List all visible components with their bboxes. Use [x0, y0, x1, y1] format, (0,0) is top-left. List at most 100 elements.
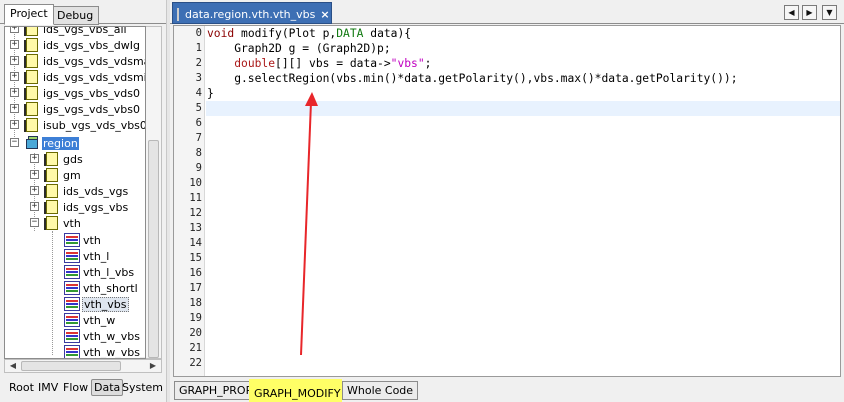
tree-item-chart[interactable]: vth_shortl — [64, 280, 139, 296]
tree-item-label: vth_l_vbs — [83, 265, 135, 279]
tab-imv[interactable]: IMV — [38, 381, 58, 394]
project-panel-tabs: Project Debug — [0, 2, 166, 25]
code-editor-panel: data.region.vth.vth_vbs × ◀ ▶ ▼ 01234567… — [170, 0, 844, 402]
editor-tab[interactable]: data.region.vth.vth_vbs × — [172, 2, 332, 24]
tree-item-label: gds — [63, 152, 83, 166]
tab-graph-prop[interactable]: GRAPH_PROP — [174, 381, 258, 400]
close-icon[interactable]: × — [320, 8, 329, 21]
editor-bottom-tabs: GRAPH_PROP GRAPH_MODIFY Whole Code — [170, 378, 844, 402]
tree-item[interactable]: + ids_vgs_vds_vdsmin — [10, 69, 146, 85]
tree-item[interactable]: + ids_vgs_vbs_dwIg — [10, 37, 141, 53]
tree-item-label: ids_vgs_vbs_all — [43, 26, 127, 36]
tab-flow[interactable]: Flow — [63, 381, 88, 394]
collapse-minus-icon[interactable]: − — [30, 218, 39, 227]
tree-item-region[interactable]: − region — [10, 135, 79, 151]
tree-item-chart[interactable]: vth — [64, 232, 102, 248]
code-line: } — [207, 87, 214, 100]
tree-vertical-scrollbar[interactable] — [146, 26, 162, 359]
tree-item-chart-selected[interactable]: vth_vbs — [64, 296, 129, 312]
tree-item-chart[interactable]: vth_l_vbs — [64, 264, 135, 280]
current-line-highlight — [206, 101, 840, 116]
tree-item-label: vth_shortl — [83, 281, 138, 295]
tree-item-chart[interactable]: vth_w_vbs — [64, 328, 141, 344]
tree-item-chart[interactable]: vth_w — [64, 312, 116, 328]
tree-item-label: isub_vgs_vds_vbs0 — [43, 118, 146, 132]
tree-item-label: vth_w_vbs_ — [83, 345, 146, 359]
line-number: 6 — [195, 117, 202, 129]
expand-plus-icon[interactable]: + — [30, 170, 39, 179]
editor-tab-bar: data.region.vth.vth_vbs × ◀ ▶ ▼ — [170, 0, 844, 24]
expand-plus-icon[interactable]: + — [30, 202, 39, 211]
tree-item-label: vth — [63, 216, 81, 230]
tab-list-dropdown[interactable]: ▼ — [822, 5, 837, 20]
code-line: double[][] vbs = data->"vbs"; — [234, 57, 432, 70]
data-folder-icon — [24, 54, 39, 68]
tab-graph-modify[interactable]: GRAPH_MODIFY — [249, 379, 342, 402]
line-number: 2 — [195, 57, 202, 69]
tree-item-label: igs_vgs_vds_vbs0 — [43, 102, 140, 116]
data-folder-icon — [24, 102, 39, 116]
scroll-right-arrow-icon[interactable]: ▶ — [147, 361, 159, 371]
tree-item[interactable]: + ids_vgs_vbs_all — [10, 26, 128, 37]
expand-plus-icon[interactable]: + — [10, 104, 19, 113]
tab-root[interactable]: Root — [9, 381, 34, 394]
tree-item-label: vth_w_vbs — [83, 329, 141, 343]
scrollbar-thumb[interactable] — [21, 361, 121, 371]
scroll-left-arrow-icon[interactable]: ◀ — [7, 361, 19, 371]
prev-tab-button[interactable]: ◀ — [784, 5, 799, 20]
tree-item[interactable]: + igs_vgs_vbs_vds0 — [10, 85, 141, 101]
tab-data[interactable]: Data — [91, 379, 124, 396]
tree-item-label: vth_w — [83, 313, 116, 327]
document-icon — [177, 8, 179, 21]
chart-icon — [64, 249, 80, 263]
line-number: 14 — [189, 237, 202, 249]
data-folder-icon — [24, 118, 39, 132]
tree-item-chart[interactable]: vth_l — [64, 248, 110, 264]
tree-item-label: gm — [63, 168, 81, 182]
line-number: 12 — [189, 207, 202, 219]
data-folder-icon — [24, 70, 39, 84]
expand-plus-icon[interactable]: + — [10, 56, 19, 65]
tree-item[interactable]: + igs_vgs_vds_vbs0 — [10, 101, 141, 117]
line-number: 8 — [195, 147, 202, 159]
tab-debug[interactable]: Debug — [51, 6, 100, 25]
data-folder-icon — [44, 216, 59, 230]
tree-item-label: vth_vbs — [82, 296, 129, 312]
line-number: 15 — [189, 252, 202, 264]
project-tree: + ids_vgs_vbs_all + ids_vgs_vbs_dwIg + i… — [4, 26, 146, 359]
expand-plus-icon[interactable]: + — [10, 72, 19, 81]
tree-item[interactable]: + gds — [30, 151, 84, 167]
tree-item[interactable]: + gm — [30, 167, 82, 183]
project-panel: Project Debug + ids_vgs_vbs_all + ids_vg… — [0, 0, 166, 402]
line-number: 4 — [195, 87, 202, 99]
expand-plus-icon[interactable]: + — [10, 120, 19, 129]
collapse-minus-icon[interactable]: − — [10, 138, 19, 147]
tree-item[interactable]: + ids_vgs_vbs — [30, 199, 129, 215]
expand-plus-icon[interactable]: + — [10, 88, 19, 97]
tree-item-vth-folder[interactable]: − vth — [30, 215, 82, 231]
tree-item[interactable]: + ids_vgs_vds_vdsmax — [10, 53, 146, 69]
chart-icon — [64, 329, 80, 343]
line-number: 22 — [189, 357, 202, 369]
line-number: 21 — [189, 342, 202, 354]
tree-item[interactable]: + isub_vgs_vds_vbs0 — [10, 117, 146, 133]
expand-plus-icon[interactable]: + — [10, 27, 19, 33]
tree-item-label: ids_vgs_vds_vdsmin — [43, 70, 146, 84]
tab-whole-code[interactable]: Whole Code — [342, 381, 419, 400]
scrollbar-thumb[interactable] — [148, 140, 159, 358]
line-number: 5 — [195, 102, 202, 114]
expand-plus-icon[interactable]: + — [10, 40, 19, 49]
tree-item-label: ids_vgs_vds_vdsmax — [43, 54, 146, 68]
tab-system[interactable]: System — [122, 381, 163, 394]
expand-plus-icon[interactable]: + — [30, 154, 39, 163]
tree-item[interactable]: + ids_vds_vgs — [30, 183, 129, 199]
tree-horizontal-scrollbar[interactable]: ◀ ▶ — [4, 359, 162, 373]
expand-plus-icon[interactable]: + — [30, 186, 39, 195]
line-number: 3 — [195, 72, 202, 84]
next-tab-button[interactable]: ▶ — [802, 5, 817, 20]
code-area[interactable]: 0 1 2 3 4 5 6 7 8 9 10 11 12 13 14 15 16 17 18 19 20 21 22 voi… — [173, 25, 841, 377]
tab-project[interactable]: Project — [4, 4, 54, 25]
tree-item-label: ids_vgs_vbs — [63, 200, 129, 214]
tree-item-chart[interactable]: vth_w_vbs_ — [64, 344, 146, 359]
editor-tab-title: data.region.vth.vth_vbs — [185, 8, 316, 21]
